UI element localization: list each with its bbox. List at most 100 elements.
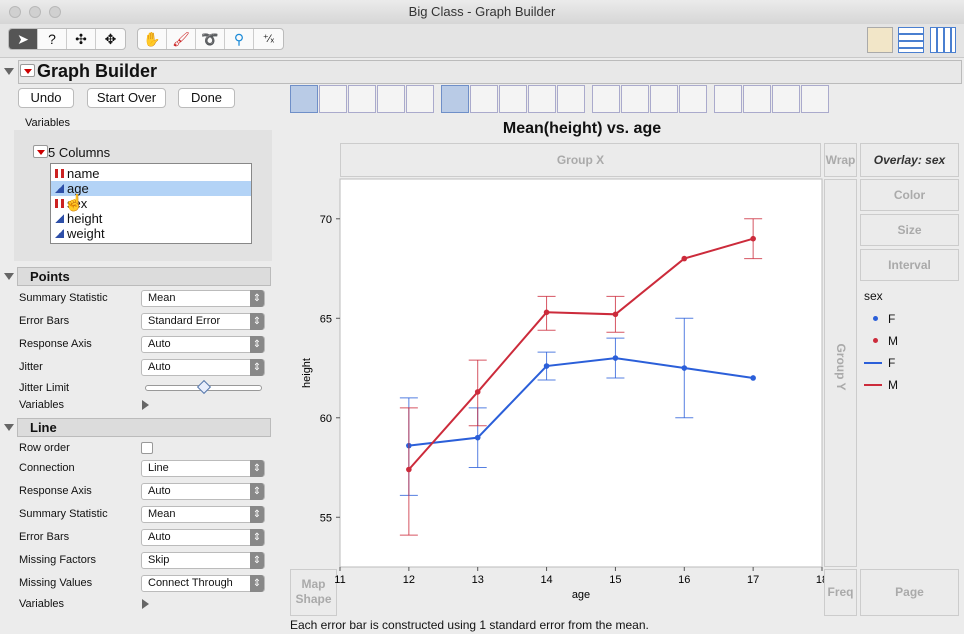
done-button[interactable]: Done [178,88,235,108]
option-label: Missing Values [19,577,93,589]
option-label: Error Bars [19,531,70,543]
option-select[interactable]: Mean [141,506,265,523]
formula-element-icon[interactable] [743,85,771,113]
variables-label: Variables [25,117,71,129]
contour-element-icon[interactable] [319,85,347,113]
data-point-F[interactable] [750,375,756,381]
points-element-icon[interactable] [290,85,318,113]
line-element-icon[interactable] [441,85,469,113]
overlay-zone[interactable]: Overlay: sex [860,143,959,177]
histogram-element-icon[interactable] [557,85,585,113]
option-select[interactable]: Auto [141,359,265,376]
caption-element-icon[interactable] [714,85,742,113]
column-height[interactable]: height [51,211,251,226]
option-select[interactable]: Auto [141,483,265,500]
option-select[interactable]: Line [141,460,265,477]
treemap-element-icon[interactable] [650,85,678,113]
mosaic-element-icon[interactable] [679,85,707,113]
points-collapse-icon[interactable] [4,273,14,280]
lasso-icon[interactable]: ➰ [196,29,225,49]
page-title: Graph Builder [37,61,158,81]
option-select[interactable]: Auto [141,336,265,353]
start-over-button[interactable]: Start Over [87,88,166,108]
line-variables-label: Variables [19,598,65,610]
data-point-M[interactable] [474,389,481,395]
columns-menu-icon[interactable] [33,145,48,158]
option-select[interactable]: Connect Through [141,575,265,592]
data-table-icon[interactable] [898,27,924,53]
page-zone[interactable]: Page [860,569,959,616]
data-point-M[interactable] [406,466,412,473]
close-button[interactable] [9,6,21,18]
y-axis-label: height [301,358,313,388]
ellipse-element-icon[interactable] [377,85,405,113]
map-element-icon[interactable] [772,85,800,113]
minimize-button[interactable] [29,6,41,18]
x-tick-label: 16 [678,574,690,586]
size-zone[interactable]: Size [860,214,959,246]
group-x-zone[interactable]: Group X [340,143,821,177]
density-element-icon[interactable] [406,85,434,113]
y-tick-label: 60 [320,413,332,425]
row-order-label: Row order [19,442,70,454]
line-collapse-icon[interactable] [4,424,14,431]
magnifier-icon[interactable]: ⚲ [225,29,254,49]
data-point-F[interactable] [543,363,550,369]
x-tick-label: 13 [472,574,484,586]
columns-icon[interactable] [930,27,956,53]
line-section-header[interactable]: Line [17,418,271,437]
heatmap-element-icon[interactable] [592,85,620,113]
expand-triangle-icon[interactable] [142,599,149,609]
red-triangle-menu-icon[interactable] [20,64,35,77]
bar-element-icon[interactable] [470,85,498,113]
legend-point-icon [873,338,878,343]
collapse-triangle-icon[interactable] [4,68,14,75]
data-point-M[interactable] [612,311,619,318]
freq-zone[interactable]: Freq [824,569,857,616]
points-variables-label: Variables [19,399,65,411]
undo-button[interactable]: Undo [18,88,74,108]
data-point-M[interactable] [543,309,550,316]
data-point-M[interactable] [750,235,756,242]
parallel-element-icon[interactable] [801,85,829,113]
x-tick-label: 11 [334,574,345,586]
pie-element-icon[interactable] [621,85,649,113]
row-order-checkbox[interactable] [141,442,153,454]
data-point-F[interactable] [474,434,481,441]
data-point-F[interactable] [612,355,619,361]
color-zone[interactable]: Color [860,179,959,211]
help-icon[interactable]: ? [38,29,67,49]
smoother-element-icon[interactable] [348,85,376,113]
wrap-zone[interactable]: Wrap [824,143,857,177]
arrow-icon[interactable]: ➤ [9,29,38,49]
column-weight[interactable]: weight [51,226,251,241]
legend-point-icon [873,316,878,321]
crosshair-icon[interactable]: ✣ [67,29,96,49]
boxplot-element-icon[interactable] [528,85,556,113]
group-y-zone[interactable]: Group Y [824,179,857,567]
area-element-icon[interactable] [499,85,527,113]
column-name[interactable]: name [51,166,251,181]
zoom-button[interactable] [49,6,61,18]
scaler-icon[interactable]: ⁺⁄ₓ [254,29,283,49]
brush-icon[interactable]: 🖌 [167,29,196,49]
data-point-M[interactable] [681,255,688,262]
option-select[interactable]: Auto [141,529,265,546]
option-select[interactable]: Standard Error [141,313,265,330]
interval-zone[interactable]: Interval [860,249,959,281]
option-label: Jitter [19,361,43,373]
slider-thumb[interactable] [196,379,211,395]
points-section-header[interactable]: Points [17,267,271,286]
plot-area[interactable] [339,178,823,568]
chart[interactable]: 11 12 13 14 15 16 17 18 55 60 65 70 age height [290,177,824,607]
continuous-icon [55,214,64,223]
data-point-F[interactable] [681,365,688,371]
footnote: Each error bar is constructed using 1 st… [290,618,649,632]
nominal-icon [55,169,64,178]
option-select[interactable]: Skip [141,552,265,569]
hand-icon[interactable]: ✋ [138,29,167,49]
option-select[interactable]: Mean [141,290,265,307]
script-icon[interactable] [867,27,893,53]
move-icon[interactable]: ✥ [96,29,125,49]
expand-triangle-icon[interactable] [142,400,149,410]
